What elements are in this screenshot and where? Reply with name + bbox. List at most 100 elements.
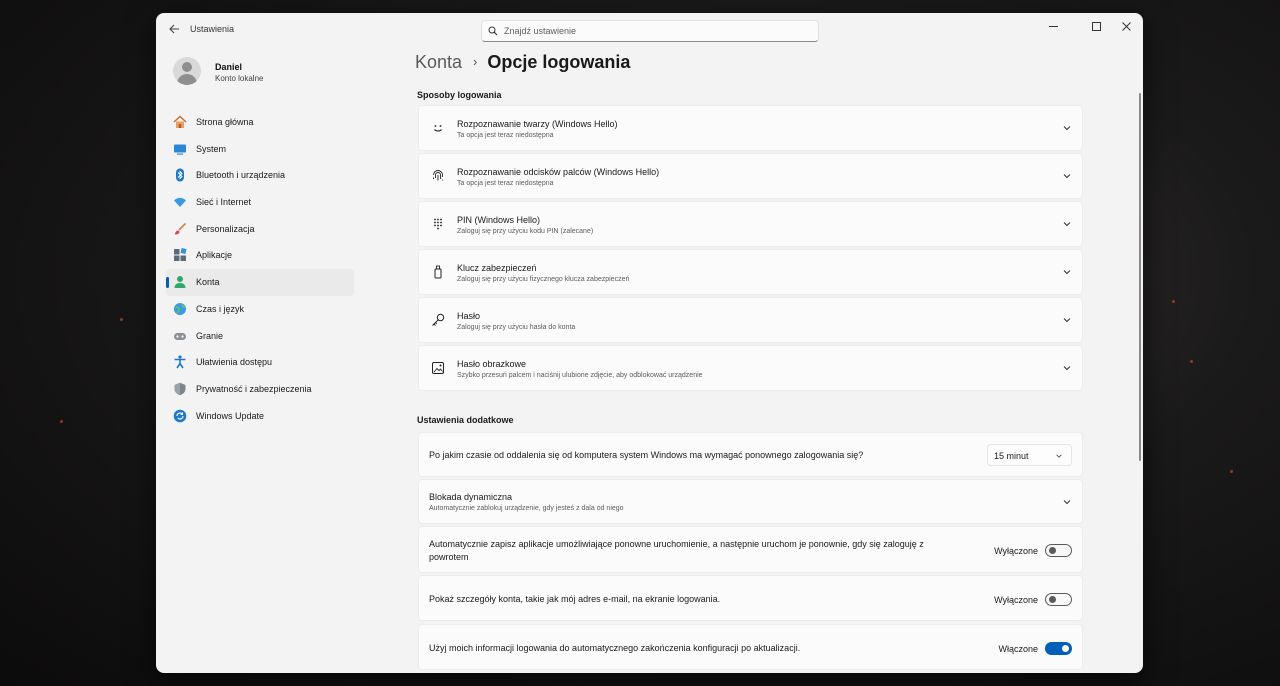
setting-label-line2: powrotem xyxy=(429,552,469,562)
option-subtitle: Szybko przesuń palcem i naciśnij ulubion… xyxy=(457,372,703,379)
sidebar-item-label: Personalizacja xyxy=(196,223,255,234)
avatar[interactable] xyxy=(173,57,201,85)
system-icon xyxy=(174,144,186,155)
chevron-down-icon xyxy=(1063,270,1071,275)
page-title: Opcje logowania xyxy=(487,52,631,72)
pin-keypad-icon xyxy=(434,218,442,230)
user-name: Daniel xyxy=(215,62,243,72)
title-bar: Ustawienia xyxy=(156,13,1143,47)
setting-account-details: Pokaż szczegóły konta, takie jak mój adr… xyxy=(418,575,1083,621)
sidebar-item-network[interactable]: Sieć i Internet xyxy=(166,189,354,216)
toggle-state-label: Wyłączone xyxy=(994,595,1038,605)
sign-in-option-picture-password[interactable]: Hasło obrazkowe Szybko przesuń palcem i … xyxy=(418,345,1083,391)
shield-icon xyxy=(174,382,186,396)
sidebar-item-privacy[interactable]: Prywatność i zabezpieczenia xyxy=(166,376,354,403)
fingerprint-icon xyxy=(433,170,443,181)
sign-in-option-password[interactable]: Hasło Zaloguj się przy użyciu hasła do k… xyxy=(418,297,1083,343)
restart-apps-toggle[interactable] xyxy=(1045,544,1072,557)
picture-icon xyxy=(432,362,444,374)
back-arrow-icon xyxy=(168,24,179,34)
home-icon xyxy=(173,115,187,128)
brush-icon xyxy=(175,222,187,235)
chevron-down-icon xyxy=(1063,366,1071,371)
sidebar-item-label: Prywatność i zabezpieczenia xyxy=(196,383,312,394)
minimize-icon xyxy=(1048,25,1058,27)
option-title: Rozpoznawanie odcisków palców (Windows H… xyxy=(457,167,660,177)
chevron-down-icon xyxy=(1063,174,1071,179)
sign-in-option-pin[interactable]: PIN (Windows Hello) Zaloguj się przy uży… xyxy=(418,201,1083,247)
sidebar-item-label: Sieć i Internet xyxy=(196,197,252,208)
setting-restart-apps: Automatycznie zapisz aplikacje umożliwia… xyxy=(418,526,1083,573)
bluetooth-icon xyxy=(176,168,184,182)
sidebar-item-gaming[interactable]: Granie xyxy=(166,323,354,350)
breadcrumb-separator: › xyxy=(473,54,478,69)
sidebar-item-label: Ułatwienia dostępu xyxy=(196,357,273,368)
chevron-down-icon xyxy=(1063,222,1071,227)
sign-in-option-fingerprint[interactable]: Rozpoznawanie odcisków palców (Windows H… xyxy=(418,153,1083,199)
toggle-state-label: Włączone xyxy=(998,644,1038,654)
chevron-down-icon xyxy=(1063,126,1071,131)
sign-in-option-face[interactable]: Rozpoznawanie twarzy (Windows Hello) Ta … xyxy=(418,105,1083,151)
option-title: PIN (Windows Hello) xyxy=(457,215,541,225)
sidebar-item-home[interactable]: Strona główna xyxy=(166,109,354,136)
section-title-additional: Ustawienia dodatkowe xyxy=(417,415,514,425)
sidebar-item-label: Windows Update xyxy=(196,410,265,421)
close-button[interactable] xyxy=(1112,17,1140,35)
setting-dynamic-lock[interactable]: Blokada dynamiczna Automatycznie zabloku… xyxy=(418,479,1083,524)
globe-icon xyxy=(174,302,186,315)
sidebar-item-system[interactable]: System xyxy=(166,136,354,163)
option-subtitle: Ta opcja jest teraz niedostępna xyxy=(457,180,554,187)
account-details-toggle[interactable] xyxy=(1045,593,1072,606)
sidebar-item-time-language[interactable]: Czas i język xyxy=(166,296,354,323)
face-icon xyxy=(434,125,442,132)
search-box[interactable] xyxy=(481,20,819,42)
maximize-icon xyxy=(1091,21,1101,31)
wifi-icon xyxy=(174,197,186,208)
section-title-sign-in-methods: Sposoby logowania xyxy=(417,90,502,100)
sidebar-item-label: Bluetooth i urządzenia xyxy=(196,170,286,181)
sidebar-item-bluetooth[interactable]: Bluetooth i urządzenia xyxy=(166,162,354,189)
apps-icon xyxy=(174,248,187,262)
search-input[interactable] xyxy=(504,23,804,39)
setting-title: Blokada dynamiczna xyxy=(429,492,513,502)
back-button[interactable] xyxy=(164,21,184,39)
sidebar-item-label: Czas i język xyxy=(196,303,245,314)
setting-require-signin: Po jakim czasie od oddalenia się od komp… xyxy=(418,432,1083,477)
setting-label: Pokaż szczegóły konta, takie jak mój adr… xyxy=(429,594,721,604)
settings-window: Ustawienia Daniel Konto lokalne Strona g… xyxy=(156,13,1143,673)
sidebar-item-label: Aplikacje xyxy=(196,250,233,261)
auto-finish-toggle[interactable] xyxy=(1045,642,1072,655)
update-icon xyxy=(173,409,187,422)
require-signin-dropdown[interactable]: 15 minut xyxy=(987,444,1072,466)
vertical-scrollbar[interactable] xyxy=(1139,93,1141,461)
sign-in-option-security-key[interactable]: Klucz zabezpieczeń Zaloguj się przy użyc… xyxy=(418,249,1083,295)
sidebar-item-accessibility[interactable]: Ułatwienia dostępu xyxy=(166,349,354,376)
chevron-down-icon xyxy=(1063,499,1071,504)
app-title: Ustawienia xyxy=(190,24,235,34)
sidebar-item-label: Konta xyxy=(196,277,220,288)
setting-subtitle: Automatycznie zablokuj urządzenie, gdy j… xyxy=(429,505,624,512)
sidebar-item-accounts[interactable]: Konta xyxy=(166,269,354,296)
sidebar-nav: Strona główna System Bluetooth i urządze… xyxy=(166,109,354,429)
option-title: Hasło obrazkowe xyxy=(457,359,527,369)
close-icon xyxy=(1121,21,1131,31)
search-icon xyxy=(488,26,498,36)
chevron-down-icon xyxy=(1056,454,1062,458)
breadcrumb-parent[interactable]: Konta xyxy=(415,52,462,72)
usb-key-icon xyxy=(434,265,442,279)
setting-label: Użyj moich informacji logowania do autom… xyxy=(429,643,801,653)
chevron-down-icon xyxy=(1063,318,1071,323)
option-subtitle: Zaloguj się przy użyciu kodu PIN (zaleca… xyxy=(457,228,594,235)
sidebar-item-windows-update[interactable]: Windows Update xyxy=(166,403,354,430)
sidebar-item-personalization[interactable]: Personalizacja xyxy=(166,216,354,243)
setting-label: Po jakim czasie od oddalenia się od komp… xyxy=(429,450,864,460)
sidebar-item-apps[interactable]: Aplikacje xyxy=(166,242,354,269)
minimize-button[interactable] xyxy=(1039,17,1067,35)
key-icon xyxy=(432,313,445,326)
option-subtitle: Ta opcja jest teraz niedostępna xyxy=(457,132,554,139)
option-subtitle: Zaloguj się przy użyciu fizycznego klucz… xyxy=(457,276,630,283)
toggle-state-label: Wyłączone xyxy=(994,546,1038,556)
option-title: Rozpoznawanie twarzy (Windows Hello) xyxy=(457,119,618,129)
maximize-button[interactable] xyxy=(1082,17,1110,35)
sidebar-item-label: Granie xyxy=(196,330,224,341)
